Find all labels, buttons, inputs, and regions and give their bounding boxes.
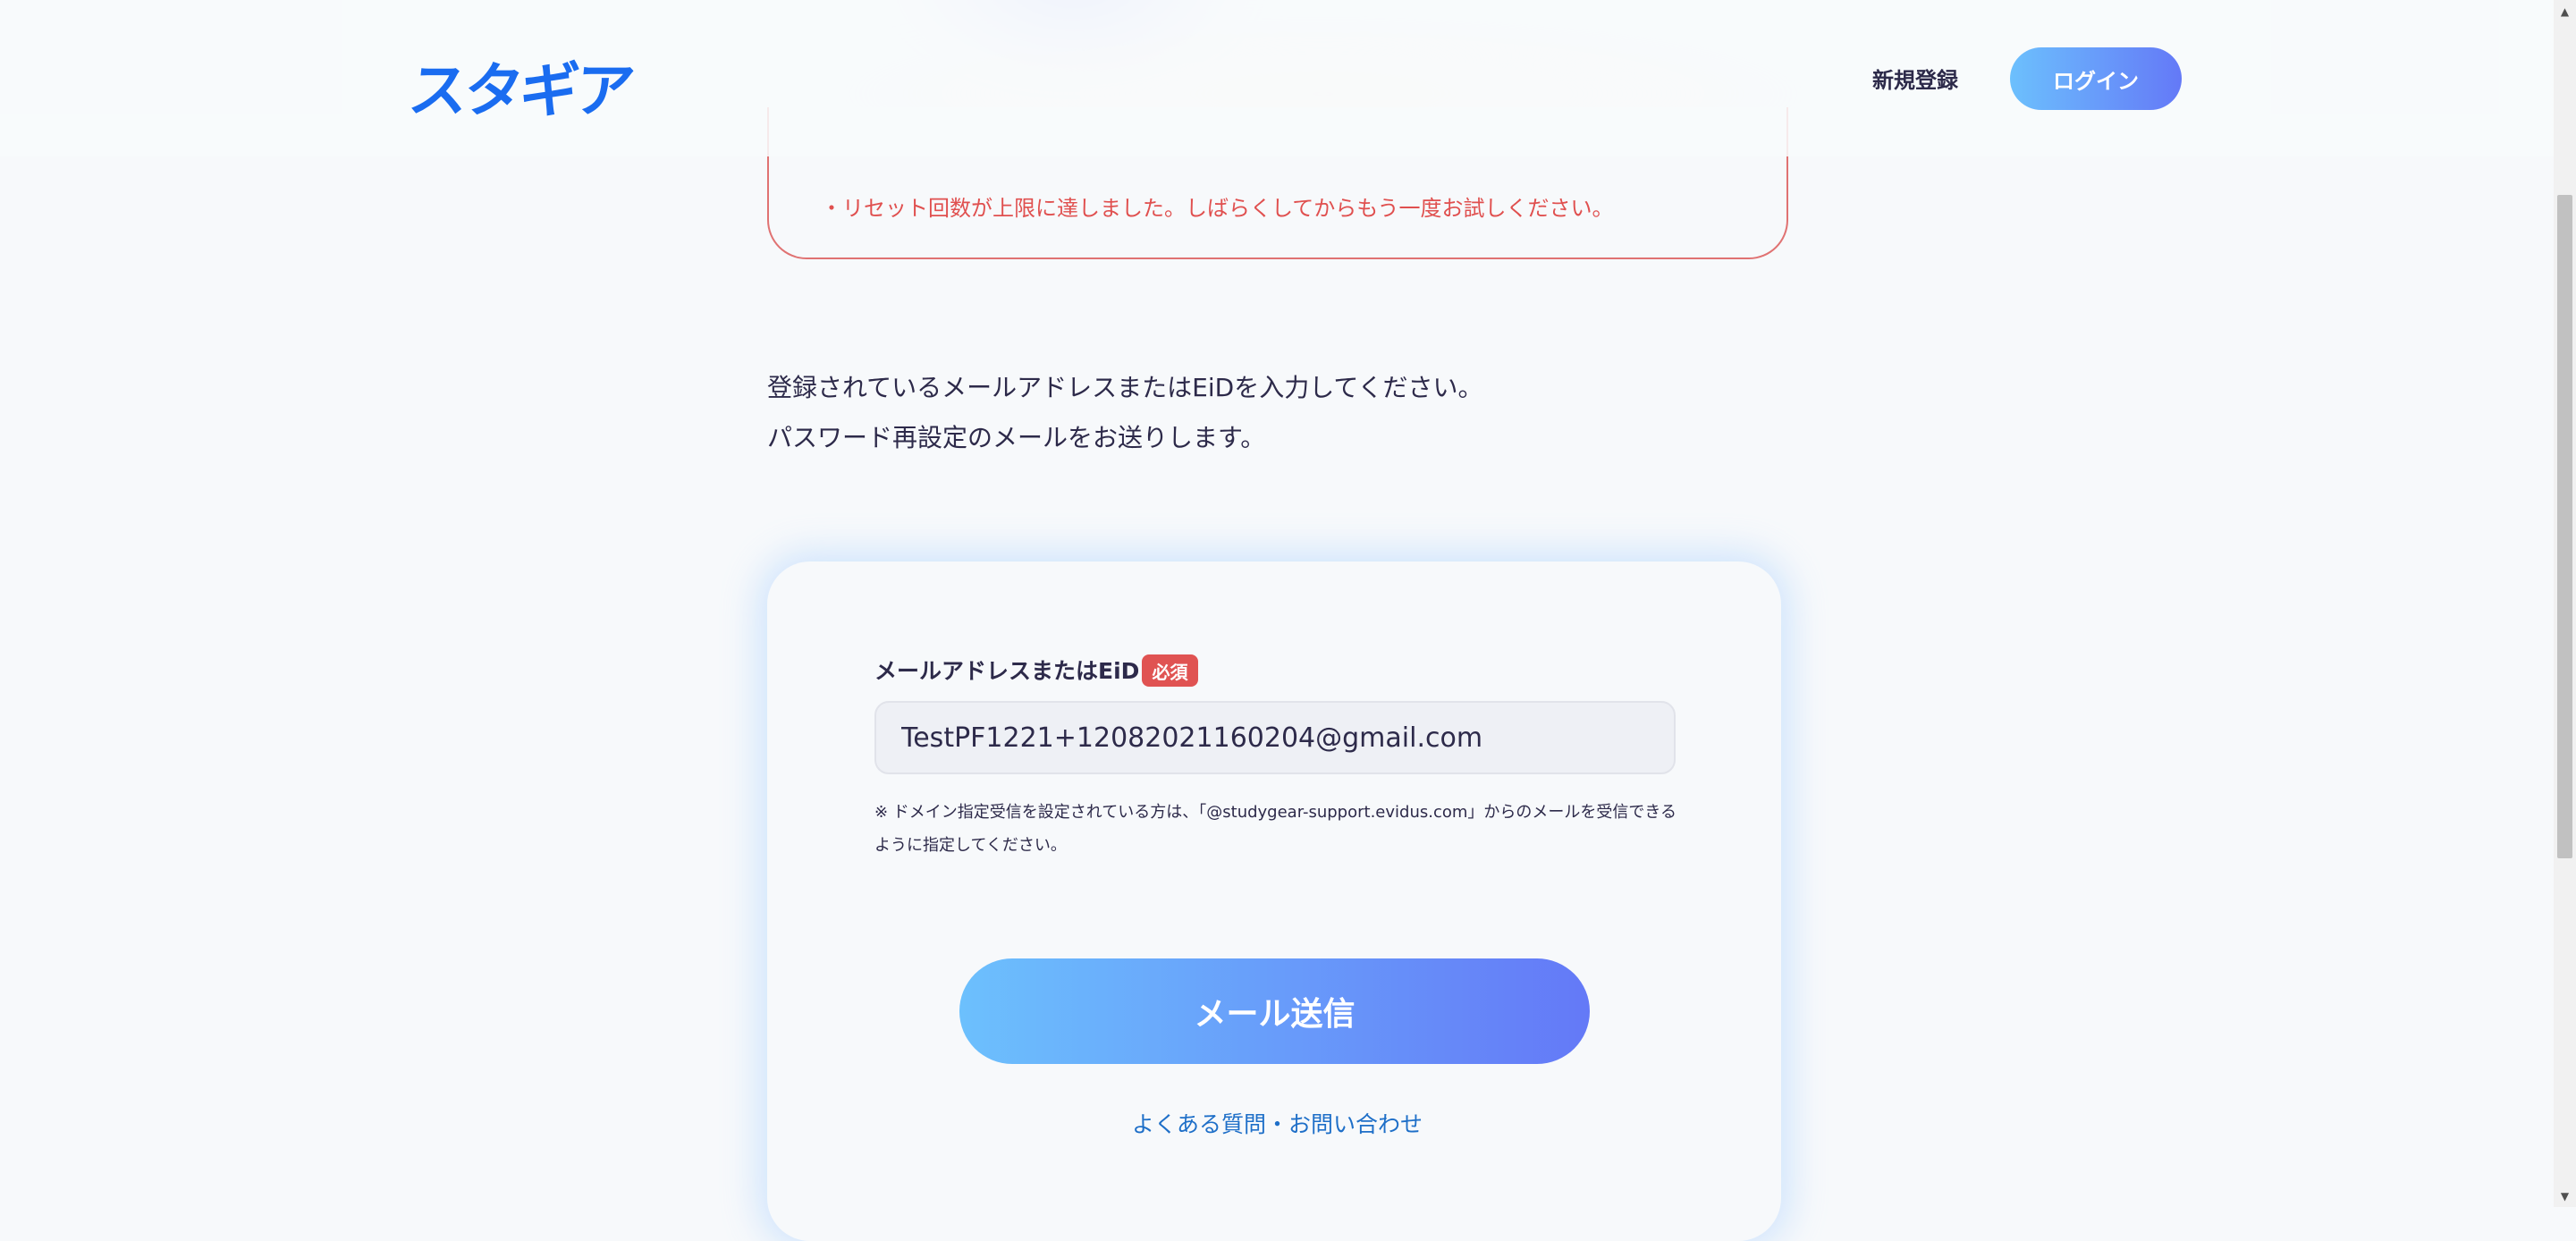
- domain-note: ※ ドメイン指定受信を設定されている方は、「@studygear-support…: [874, 803, 1677, 855]
- scroll-up-arrow-icon[interactable]: ▲: [2554, 0, 2576, 22]
- email-field-label: メールアドレスまたはEiD: [874, 658, 1140, 684]
- vertical-scrollbar[interactable]: ▲ ▼: [2554, 0, 2576, 1207]
- faq-contact-link[interactable]: よくある質問・お問い合わせ: [1132, 1107, 1423, 1139]
- login-button[interactable]: ログイン: [2010, 47, 2182, 110]
- logo[interactable]: スタギア: [405, 43, 636, 129]
- send-mail-button[interactable]: メール送信: [959, 958, 1590, 1064]
- scrollbar-thumb[interactable]: [2557, 195, 2572, 858]
- email-field[interactable]: [874, 701, 1676, 774]
- required-badge: 必須: [1142, 654, 1198, 687]
- scroll-down-arrow-icon[interactable]: ▼: [2554, 1185, 2576, 1207]
- signup-link[interactable]: 新規登録: [1872, 63, 1958, 94]
- intro-text-line-2: パスワード再設定のメールをお送りします。: [767, 423, 1266, 452]
- intro-text-line-1: 登録されているメールアドレスまたはEiDを入力してください。: [767, 373, 1483, 402]
- site-header: スタギア 新規登録 ログイン: [0, 0, 2554, 156]
- error-message: ・リセット回数が上限に達しました。しばらくしてからもう一度お試しください。: [821, 196, 1614, 221]
